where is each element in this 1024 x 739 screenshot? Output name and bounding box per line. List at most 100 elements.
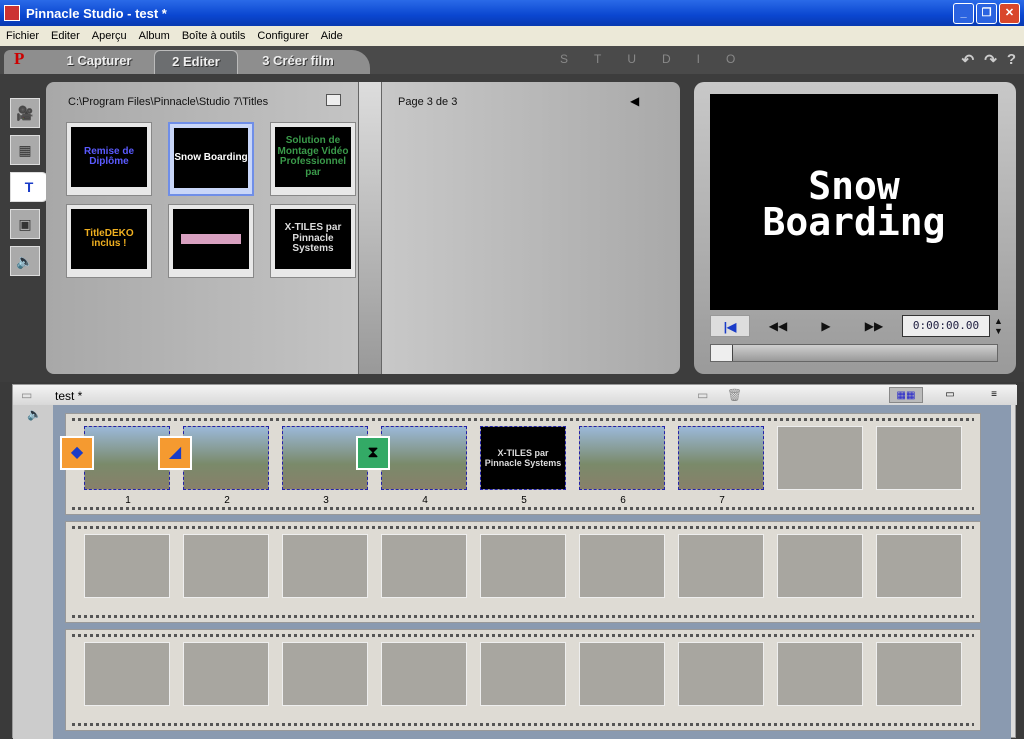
- empty-slot[interactable]: [183, 534, 269, 598]
- empty-slot[interactable]: [183, 642, 269, 706]
- close-button[interactable]: ✕: [999, 3, 1020, 24]
- timecode-spinner[interactable]: ▲ ▼: [994, 316, 1003, 336]
- storyboard-clip[interactable]: X-TILES par Pinnacle Systems 5: [480, 426, 566, 506]
- still-images-tab-icon[interactable]: ▣: [10, 209, 40, 239]
- empty-slot[interactable]: [876, 642, 962, 706]
- title-thumbnail[interactable]: Snow Boarding: [168, 122, 254, 196]
- scrubber-bar[interactable]: [710, 344, 998, 362]
- storyboard-clip[interactable]: 6: [579, 426, 665, 506]
- empty-slot[interactable]: [84, 534, 170, 598]
- folder-icon[interactable]: [326, 94, 341, 106]
- clip-thumbnail: [679, 427, 763, 489]
- empty-slot[interactable]: [579, 642, 665, 706]
- project-title: test *: [55, 389, 83, 403]
- title-thumbnail[interactable]: X-TILES par Pinnacle Systems: [270, 204, 356, 278]
- tab-create-movie[interactable]: 3 Créer film: [250, 50, 346, 74]
- empty-slot[interactable]: [381, 534, 467, 598]
- menu-album[interactable]: Album: [133, 30, 176, 42]
- app-icon: [4, 5, 20, 21]
- empty-slot[interactable]: [678, 642, 764, 706]
- undo-icon[interactable]: ↶: [962, 51, 975, 69]
- empty-slot[interactable]: [282, 642, 368, 706]
- title-thumbnail-text: Snow Boarding: [174, 128, 248, 188]
- minimize-button[interactable]: _: [953, 3, 974, 24]
- title-thumbnail[interactable]: Solution de Montage Vidéo Professionnel …: [270, 122, 356, 196]
- timeline-view-button[interactable]: ▭: [933, 387, 967, 403]
- empty-slot[interactable]: [84, 642, 170, 706]
- transition-icon[interactable]: ⧗: [356, 436, 390, 470]
- audio-icon[interactable]: 🔈: [27, 407, 42, 421]
- menu-apercu[interactable]: Aperçu: [86, 30, 133, 42]
- storyboard-strip: 1 2 3 4 X-TILES par Pinnacle Systems 5 6 7 ◆ ◢ ⧗: [60, 413, 981, 515]
- clip-thumbnail: [184, 427, 268, 489]
- album-section-tabs: 🎥 ▦ T ▣ 🔈: [10, 98, 48, 283]
- tab-capture[interactable]: 1 Capturer: [56, 50, 142, 74]
- empty-slot[interactable]: [480, 642, 566, 706]
- transition-icon[interactable]: ◢: [158, 436, 192, 470]
- storyboard-view-button[interactable]: ▦▦: [889, 387, 923, 403]
- empty-slot[interactable]: [282, 534, 368, 598]
- clip-number: 2: [224, 495, 230, 506]
- help-icon[interactable]: ?: [1007, 51, 1016, 69]
- sound-effects-tab-icon[interactable]: 🔈: [10, 246, 40, 276]
- empty-slot[interactable]: [876, 534, 962, 598]
- scrubber-handle[interactable]: [711, 345, 733, 361]
- fast-forward-button[interactable]: ▶▶: [854, 315, 894, 337]
- album-left-page: C:\Program Files\Pinnacle\Studio 7\Title…: [46, 82, 358, 374]
- trash-icon[interactable]: 🗑: [727, 388, 742, 402]
- rewind-button[interactable]: ◀◀: [758, 315, 798, 337]
- camera-icon[interactable]: ▭: [21, 388, 32, 402]
- timecode-field[interactable]: 0:00:00.00: [902, 315, 990, 337]
- empty-slot[interactable]: [381, 642, 467, 706]
- menu-boite-a-outils[interactable]: Boîte à outils: [176, 30, 252, 42]
- preview-screen: Snow Boarding: [710, 94, 998, 310]
- title-thumbnail-text: TitleDEKO inclus !: [71, 209, 147, 269]
- go-to-start-button[interactable]: |◀: [710, 315, 750, 337]
- title-thumbnail[interactable]: [168, 204, 254, 278]
- redo-icon[interactable]: ↷: [984, 51, 997, 69]
- empty-slot[interactable]: [579, 534, 665, 598]
- title-thumbnail-text: [173, 209, 249, 269]
- razor-icon[interactable]: ▭: [697, 388, 708, 402]
- play-button[interactable]: ▶: [806, 315, 846, 337]
- storyboard-clip[interactable]: 4: [381, 426, 467, 506]
- title-thumbnail[interactable]: TitleDEKO inclus !: [66, 204, 152, 278]
- preview-player: Snow Boarding |◀ ◀◀ ▶ ▶▶ 0:00:00.00 ▲ ▼: [694, 82, 1016, 374]
- menu-configurer[interactable]: Configurer: [251, 30, 314, 42]
- page-indicator: Page 3 de 3: [398, 96, 458, 108]
- menu-editer[interactable]: Editer: [45, 30, 86, 42]
- maximize-button[interactable]: ❐: [976, 3, 997, 24]
- clip-number: 4: [422, 495, 428, 506]
- window-title: Pinnacle Studio - test *: [26, 5, 167, 21]
- storyboard-strip: [65, 521, 981, 623]
- storyboard-clip[interactable]: 2: [183, 426, 269, 506]
- title-thumbnail[interactable]: Remise de Diplôme: [66, 122, 152, 196]
- empty-slot[interactable]: [876, 426, 962, 490]
- empty-slot[interactable]: [777, 426, 863, 490]
- title-bar: Pinnacle Studio - test * _ ❐ ✕: [0, 0, 1024, 26]
- transitions-tab-icon[interactable]: ▦: [10, 135, 40, 165]
- title-thumbnail-text: Solution de Montage Vidéo Professionnel …: [275, 127, 351, 187]
- clip-thumbnail: [85, 427, 169, 489]
- empty-slot[interactable]: [480, 534, 566, 598]
- storyboard-clip[interactable]: 7: [678, 426, 764, 506]
- mode-tab-bar: P 1 Capturer 2 Editer 3 Créer film STUDI…: [0, 46, 1024, 74]
- menu-fichier[interactable]: Fichier: [0, 30, 45, 42]
- text-view-button[interactable]: ≡: [977, 387, 1011, 403]
- clip-thumbnail: [283, 427, 367, 489]
- clip-number: 5: [521, 495, 527, 506]
- clip-number: 7: [719, 495, 725, 506]
- empty-slot[interactable]: [777, 534, 863, 598]
- video-scenes-tab-icon[interactable]: 🎥: [10, 98, 40, 128]
- empty-slot[interactable]: [777, 642, 863, 706]
- transition-icon[interactable]: ◆: [60, 436, 94, 470]
- tab-edit[interactable]: 2 Editer: [154, 50, 238, 74]
- clip-number: 3: [323, 495, 329, 506]
- clip-number: 1: [125, 495, 131, 506]
- previous-page-icon[interactable]: ◀: [630, 94, 639, 108]
- empty-slot[interactable]: [678, 534, 764, 598]
- menu-aide[interactable]: Aide: [315, 30, 349, 42]
- clip-thumbnail: [382, 427, 466, 489]
- clip-title-text: X-TILES par Pinnacle Systems: [481, 427, 565, 489]
- titles-tab-icon[interactable]: T: [10, 172, 48, 202]
